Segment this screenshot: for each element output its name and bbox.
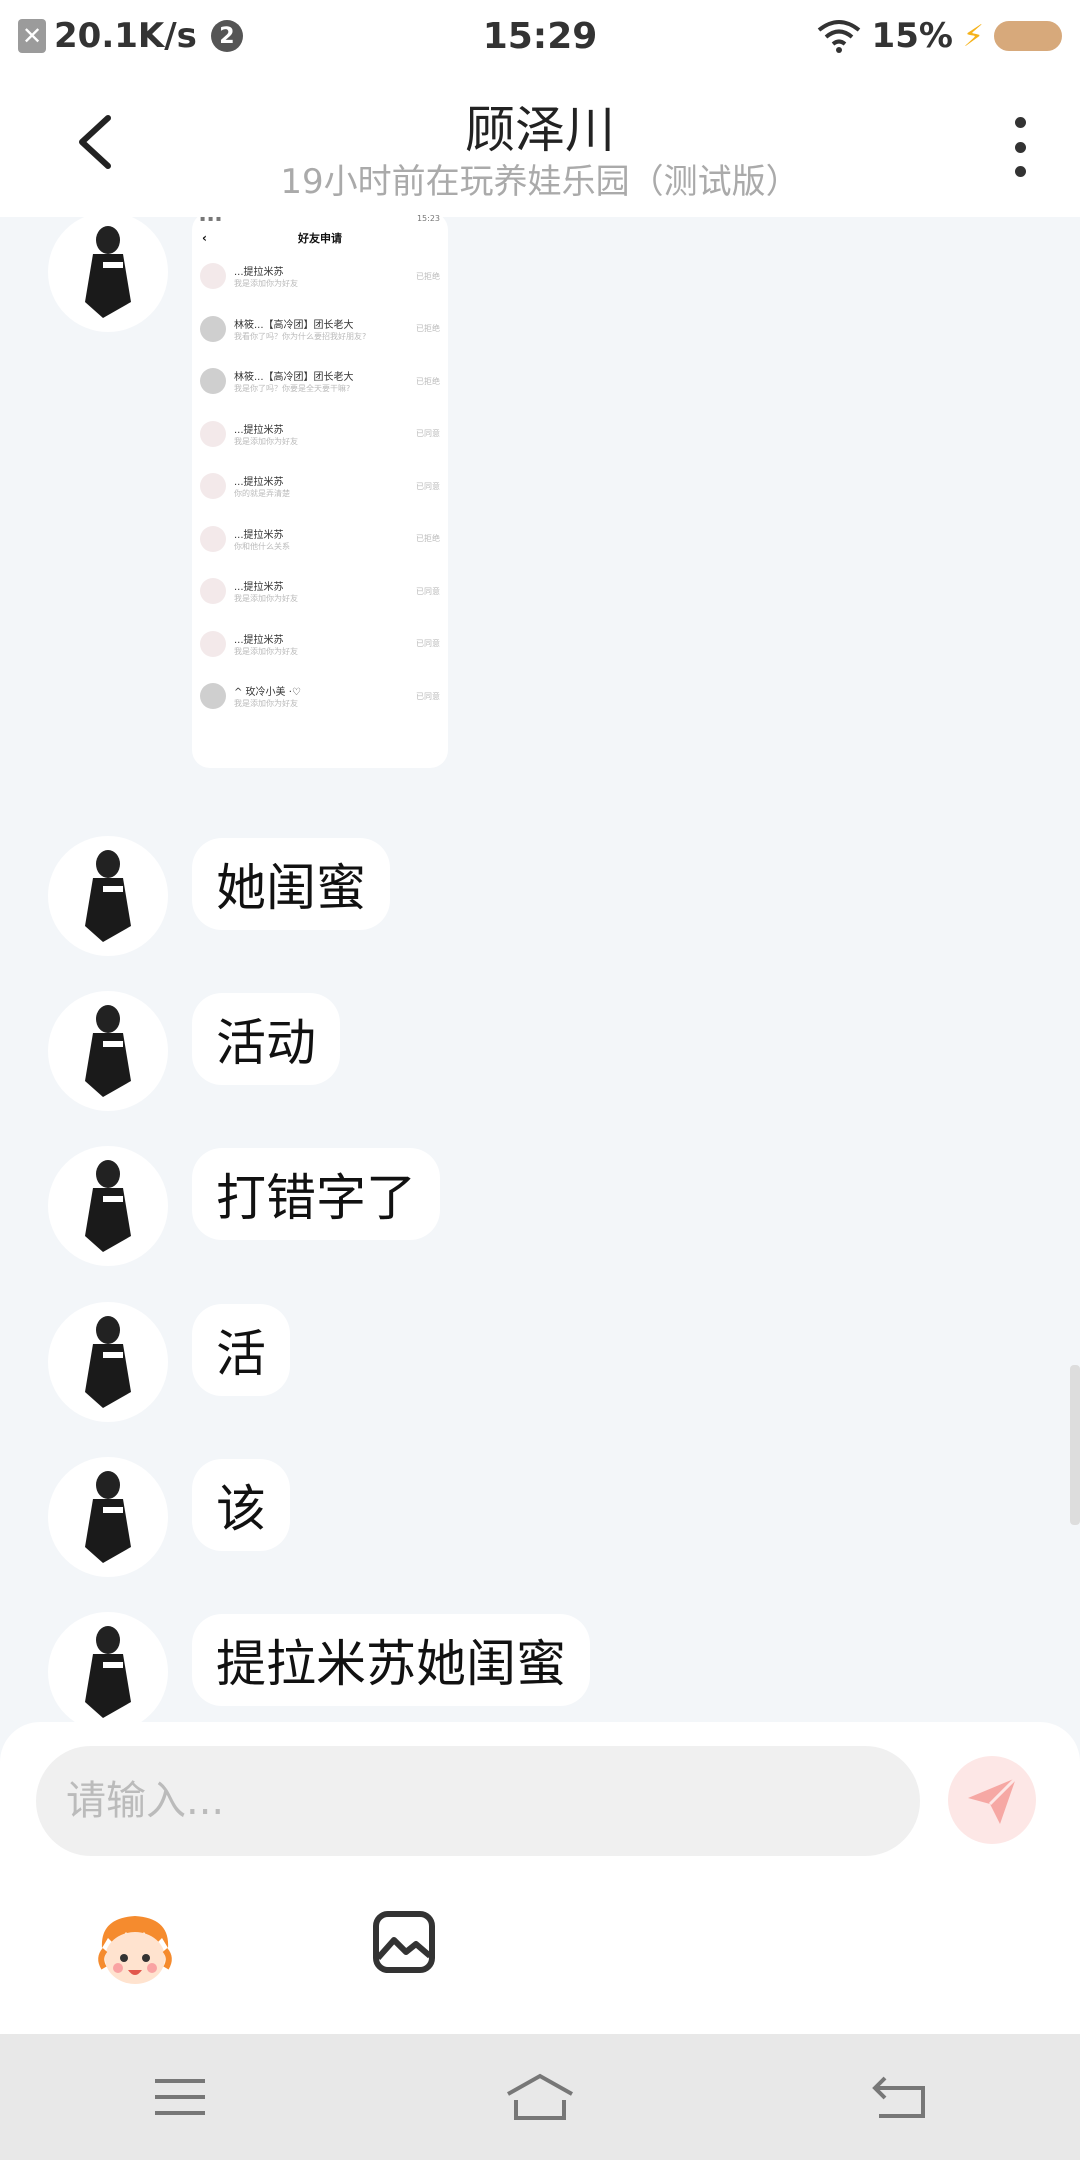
screenshot-back-icon: ‹ <box>202 231 207 245</box>
avatar <box>200 630 226 657</box>
emoji-sticker-icon[interactable] <box>92 1908 178 1988</box>
request-name: ...提拉米苏 <box>234 582 284 594</box>
avatar[interactable] <box>48 1457 168 1577</box>
request-status: 已拒绝 <box>416 534 440 544</box>
request-message: 我是添加你为好友 <box>234 646 298 656</box>
image-message[interactable]: ▪ ▪ ▪ 15:23 ‹ 好友申请 ...提拉米苏 我是添加你为好友 已拒绝 林筱...… <box>192 212 448 768</box>
avatar <box>200 683 226 710</box>
request-status: 已同意 <box>416 481 440 491</box>
avatar <box>200 473 226 500</box>
system-nav-bar <box>0 2034 1080 2160</box>
message-bubble[interactable]: 活动 <box>192 993 340 1085</box>
request-name: ...提拉米苏 <box>234 529 284 541</box>
status-bar: ✕ 20.1K/s 2 15:29 15% ⚡ <box>0 0 1080 72</box>
notification-close-icon: ✕ <box>18 19 46 53</box>
contact-status: 19小时前在玩养娃乐园（测试版） <box>280 162 800 202</box>
avatar <box>200 420 226 447</box>
avatar[interactable] <box>48 1302 168 1422</box>
request-status: 已同意 <box>416 691 440 701</box>
chat-header: 顾泽川 19小时前在玩养娃乐园（测试版） <box>0 72 1080 217</box>
scrollbar[interactable] <box>1070 1365 1080 1525</box>
friend-request-row: ...提拉米苏 我是添加你为好友 已同意 <box>192 408 448 461</box>
request-status: 已拒绝 <box>416 376 440 386</box>
avatar[interactable] <box>48 212 168 332</box>
avatar <box>200 525 226 552</box>
back-nav-icon[interactable] <box>855 2067 945 2127</box>
menu-icon[interactable] <box>135 2067 225 2127</box>
paper-plane-icon <box>968 1776 1018 1824</box>
friend-request-row: ...提拉米苏 我是添加你为好友 已拒绝 <box>192 250 448 303</box>
request-name: ...提拉米苏 <box>234 477 284 489</box>
request-message: 我是添加你为好友 <box>234 279 298 289</box>
message-bubble[interactable]: 她闺蜜 <box>192 838 390 930</box>
screenshot-time: 15:23 <box>416 214 440 223</box>
composer <box>0 1722 1080 2034</box>
screenshot-title: 好友申请 <box>298 232 342 245</box>
avatar[interactable] <box>48 836 168 956</box>
request-name: ^ 玫冷小美 ·♡ <box>234 687 301 699</box>
contact-name: 顾泽川 <box>465 101 615 159</box>
avatar <box>200 263 226 290</box>
request-message: 我是你了吗？你要是全天要干嘛? <box>234 384 351 394</box>
request-status: 已同意 <box>416 639 440 649</box>
request-name: ...提拉米苏 <box>234 634 284 646</box>
request-message: 我是添加你为好友 <box>234 436 298 446</box>
avatar <box>200 578 226 605</box>
request-status: 已同意 <box>416 429 440 439</box>
send-button[interactable] <box>948 1756 1036 1844</box>
friend-request-row: 林筱...【高冷团】团长老大 我是你了吗？你要是全天要干嘛? 已拒绝 <box>192 355 448 408</box>
message-input[interactable] <box>36 1746 920 1856</box>
request-message: 你的就是弄清楚 <box>234 489 290 499</box>
avatar[interactable] <box>48 1612 168 1732</box>
request-name: ...提拉米苏 <box>234 267 284 279</box>
request-status: 已拒绝 <box>416 271 440 281</box>
friend-request-row: ...提拉米苏 你和他什么关系 已拒绝 <box>192 513 448 566</box>
notification-count-badge: 2 <box>210 20 243 52</box>
wifi-icon <box>817 20 860 53</box>
image-picker-icon[interactable] <box>372 1910 436 1974</box>
request-message: 你和他什么关系 <box>234 541 290 551</box>
message-bubble[interactable]: 提拉米苏她闺蜜 <box>192 1614 590 1706</box>
request-status: 已同意 <box>416 586 440 596</box>
battery-percent: 15% <box>871 16 953 56</box>
friend-request-row: ...提拉米苏 你的就是弄清楚 已同意 <box>192 460 448 513</box>
friend-request-row: ...提拉米苏 我是添加你为好友 已同意 <box>192 618 448 671</box>
request-name: 林筱...【高冷团】团长老大 <box>234 319 354 331</box>
message-bubble[interactable]: 活 <box>192 1304 290 1396</box>
friend-request-row: ...提拉米苏 我是添加你为好友 已同意 <box>192 565 448 618</box>
avatar[interactable] <box>48 991 168 1111</box>
message-bubble[interactable]: 该 <box>192 1459 290 1551</box>
avatar[interactable] <box>48 1146 168 1266</box>
request-status: 已拒绝 <box>416 324 440 334</box>
charging-icon: ⚡ <box>962 18 984 54</box>
message-bubble[interactable]: 打错字了 <box>192 1148 440 1240</box>
request-name: 林筱...【高冷团】团长老大 <box>234 372 354 384</box>
request-message: 我是添加你为好友 <box>234 699 298 709</box>
message-input-wrapper <box>36 1746 920 1856</box>
network-speed: 20.1K/s <box>54 16 197 56</box>
friend-request-row: 林筱...【高冷团】团长老大 我看你了吗？你为什么要招我好朋友? 已拒绝 <box>192 303 448 356</box>
request-message: 我是添加你为好友 <box>234 594 298 604</box>
friend-request-row: ^ 玫冷小美 ·♡ 我是添加你为好友 已同意 <box>192 670 448 723</box>
request-message: 我看你了吗？你为什么要招我好朋友? <box>234 331 367 341</box>
avatar <box>200 315 226 342</box>
request-name: ...提拉米苏 <box>234 424 284 436</box>
home-icon[interactable] <box>495 2067 585 2127</box>
battery-icon <box>994 21 1062 51</box>
avatar <box>200 368 226 395</box>
more-options-icon[interactable] <box>1010 117 1030 177</box>
